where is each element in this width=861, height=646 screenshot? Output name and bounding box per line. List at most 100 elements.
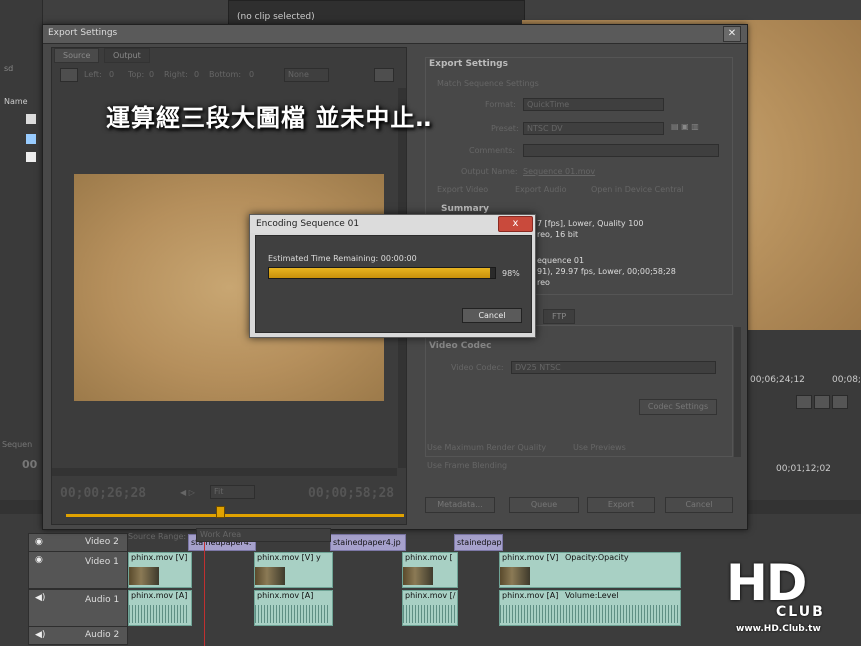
dialog-titlebar[interactable]: Export Settings ✕ (43, 25, 747, 44)
match-sequence-checkbox[interactable]: Match Sequence Settings (437, 79, 539, 88)
eye-icon[interactable]: ◉ (35, 555, 43, 565)
summary-output-line1: 7 [fps], Lower, Quality 100 (537, 219, 644, 228)
clip-thumbnail (500, 567, 530, 585)
sequence-icon[interactable] (26, 134, 36, 144)
summary-heading[interactable]: Summary (441, 204, 489, 214)
program-timecode-2: 00;08;3 (832, 375, 861, 385)
sequence-tab[interactable]: Sequen (2, 440, 32, 449)
clip-thumbnail (255, 567, 285, 585)
metadata-button[interactable]: Metadata... (425, 497, 495, 513)
dialog-title: Export Settings (48, 28, 118, 38)
clip-audio1[interactable]: phinx.mov [/ (402, 590, 458, 626)
speaker-icon[interactable]: ◀) (35, 630, 45, 640)
program-timecode-1: 00;06;24;12 (750, 375, 805, 385)
track-header-video1[interactable]: ◉ Video 1 (28, 551, 128, 589)
open-device-central-checkbox[interactable]: Open in Device Central (591, 185, 684, 194)
video-codec-label: Video Codec: (451, 363, 504, 372)
speaker-icon[interactable]: ◀) (35, 593, 45, 603)
export-video-checkbox[interactable]: Export Video (437, 185, 488, 194)
set-in-icon[interactable]: ◀ ▷ (180, 488, 195, 497)
encoding-title: Encoding Sequence 01 (256, 219, 360, 229)
project-tab[interactable]: sd (4, 64, 13, 73)
step-icon[interactable] (796, 395, 812, 409)
close-icon[interactable]: ✕ (723, 26, 741, 42)
preset-select[interactable]: NTSC DV (523, 122, 664, 135)
track-header-audio1[interactable]: ◀) Audio 1 (28, 589, 128, 627)
clip-effect-label: y (315, 553, 321, 562)
comments-label: Comments: (469, 146, 516, 155)
output-name-link[interactable]: Sequence 01.mov (523, 167, 595, 176)
crop-icon[interactable] (60, 68, 78, 82)
name-column-header[interactable]: Name (4, 97, 28, 106)
crop-top-value[interactable]: 0 (149, 70, 154, 79)
encoding-cancel-button[interactable]: Cancel (462, 308, 522, 323)
clip-video1[interactable]: phinx.mov [V] y (254, 552, 333, 588)
codec-settings-button[interactable]: Codec Settings (639, 399, 717, 415)
timecode-current[interactable]: 00;00;26;28 (60, 486, 146, 501)
clip-audio1[interactable]: phinx.mov [A] Volume:Level (499, 590, 681, 626)
tab-source[interactable]: Source (54, 48, 100, 63)
clip-audio1-label: phinx.mov [A] (502, 591, 559, 600)
track-header-video2[interactable]: ◉ Video 2 (28, 533, 128, 552)
lift-icon[interactable] (814, 395, 830, 409)
clip-audio1[interactable]: phinx.mov [A] (254, 590, 333, 626)
video-codec-heading[interactable]: Video Codec (429, 341, 491, 351)
logo-club: CLUB (776, 604, 825, 620)
audio-waveform (255, 605, 330, 623)
clip-video1[interactable]: phinx.mov [V] (128, 552, 192, 588)
track-name-audio2: Audio 2 (85, 630, 120, 640)
crop-left-value[interactable]: 0 (109, 70, 114, 79)
crop-ratio-select[interactable]: None (284, 68, 329, 82)
max-render-quality-checkbox[interactable]: Use Maximum Render Quality (427, 443, 546, 452)
export-button[interactable]: Export (587, 497, 655, 513)
eye-icon[interactable]: ◉ (35, 537, 43, 547)
clip-audio1[interactable]: phinx.mov [A] (128, 590, 192, 626)
file-icon[interactable] (26, 114, 36, 124)
playhead-handle[interactable] (216, 506, 225, 518)
zoom-fit-select[interactable]: Fit (210, 485, 255, 499)
comments-input[interactable] (523, 144, 719, 157)
logo-url: www.HD.Club.tw (736, 624, 821, 634)
clip-video2[interactable]: stainedpap (454, 534, 503, 551)
extract-icon[interactable] (832, 395, 848, 409)
clip-audio1-label: phinx.mov [/ (405, 591, 456, 600)
audio-waveform (129, 605, 189, 623)
aspect-icon[interactable] (374, 68, 394, 82)
format-select[interactable]: QuickTime (523, 98, 664, 111)
preview-hscrollbar[interactable] (52, 468, 397, 476)
export-settings-heading[interactable]: Export Settings (429, 59, 508, 69)
video-codec-select[interactable]: DV25 NTSC (511, 361, 716, 374)
settings-scrollbar[interactable] (734, 327, 741, 457)
clip-video1-label: phinx.mov [V] (502, 553, 559, 562)
clip-video1[interactable]: phinx.mov [ (402, 552, 458, 588)
use-previews-checkbox[interactable]: Use Previews (573, 443, 626, 452)
tab-ftp[interactable]: FTP (543, 309, 576, 324)
source-range-slider[interactable] (66, 514, 404, 517)
track-name-video1: Video 1 (85, 557, 119, 567)
format-label: Format: (485, 100, 516, 109)
clip-video1[interactable]: phinx.mov [V] Opacity:Opacity (499, 552, 681, 588)
source-range-select[interactable]: Work Area (196, 528, 331, 542)
crop-right-label: Right: (164, 70, 188, 79)
encoding-titlebar[interactable]: Encoding Sequence 01 x (250, 215, 535, 233)
tab-output[interactable]: Output (104, 48, 150, 63)
program-monitor-controls: 00;06;24;12 00;08;3 00;01;12;02 (740, 330, 861, 500)
document-icon[interactable] (26, 152, 36, 162)
track-header-audio2[interactable]: ◀) Audio 2 (28, 626, 128, 645)
summary-source-line3: reo (537, 278, 550, 287)
clip-video1-label: phinx.mov [V] (257, 553, 314, 562)
crop-right-value[interactable]: 0 (194, 70, 199, 79)
queue-button[interactable]: Queue (509, 497, 579, 513)
export-audio-checkbox[interactable]: Export Audio (515, 185, 566, 194)
cancel-button[interactable]: Cancel (665, 497, 733, 513)
clip-video2[interactable]: stainedpaper4.jp (330, 534, 406, 551)
timeline-timecode: 00;01;12;02 (776, 464, 831, 474)
sequence-timecode: 00 (22, 458, 38, 471)
crop-left-label: Left: (84, 70, 102, 79)
crop-bottom-label: Bottom: (209, 70, 242, 79)
crop-bottom-value[interactable]: 0 (249, 70, 254, 79)
close-icon[interactable]: x (498, 216, 533, 232)
clip-thumbnail (403, 567, 433, 585)
preset-save-icon[interactable]: ▤ ▣ ▥ (671, 122, 699, 131)
frame-blending-checkbox[interactable]: Use Frame Blending (427, 461, 507, 470)
